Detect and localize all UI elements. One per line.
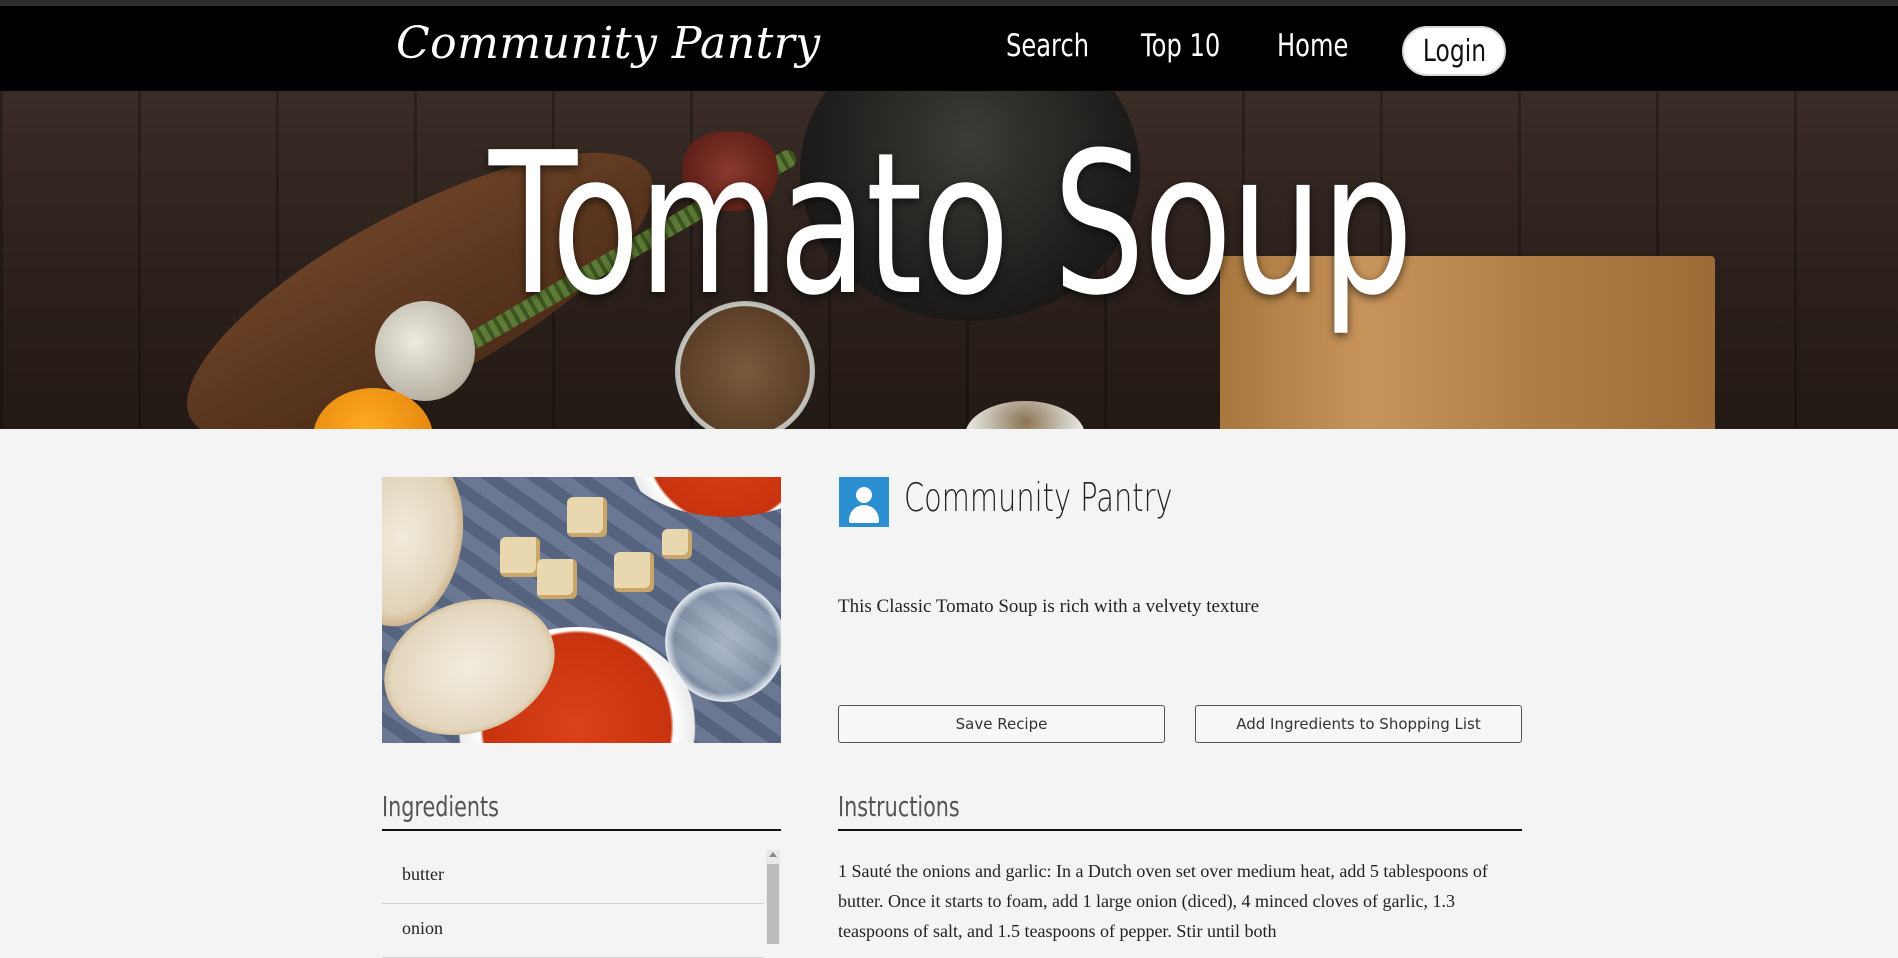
add-to-shopping-list-button[interactable]: Add Ingredients to Shopping List [1195,705,1522,743]
nav-home-link[interactable]: Home [1277,28,1348,64]
ingredients-scrollbar[interactable] [766,850,780,944]
nav-top10-link[interactable]: Top 10 [1141,28,1220,64]
login-button-label: Login [1422,33,1486,69]
login-button[interactable]: Login [1402,26,1506,76]
author-name[interactable]: Community Pantry [904,476,1173,521]
instructions-heading: Instructions [838,790,960,823]
recipe-image [382,477,781,743]
brand-logo[interactable]: Community Pantry [396,18,821,69]
recipe-image-crouton [662,529,692,559]
save-recipe-button[interactable]: Save Recipe [838,705,1165,743]
hero-small-bowl [965,401,1085,429]
recipe-image-crouton [537,559,577,599]
list-item[interactable]: butter [382,850,764,904]
list-item[interactable]: onion [382,904,764,958]
avatar-head [856,487,872,503]
instructions-divider [838,829,1522,831]
scroll-up-arrow-icon[interactable] [769,852,777,857]
instructions-text: 1 Sauté the onions and garlic: In a Dutc… [838,861,1488,941]
recipe-image-crouton [614,552,654,592]
avatar-body [849,505,879,523]
ingredients-divider [382,829,781,831]
hero-banner: Tomato Soup [0,91,1898,429]
recipe-image-crouton [567,497,607,537]
ingredients-list: butter onion [382,850,764,958]
scroll-thumb[interactable] [767,864,779,944]
recipe-description: This Classic Tomato Soup is rich with a … [838,596,1260,617]
ingredients-heading: Ingredients [382,790,499,823]
nav-search-link[interactable]: Search [1006,28,1089,64]
page-title: Tomato Soup [488,111,1414,339]
author-avatar-icon[interactable] [839,477,889,527]
recipe-image-glass [665,582,781,702]
recipe-image-crouton [500,537,540,577]
navbar: Community Pantry Search Top 10 Home Logi… [0,6,1898,91]
